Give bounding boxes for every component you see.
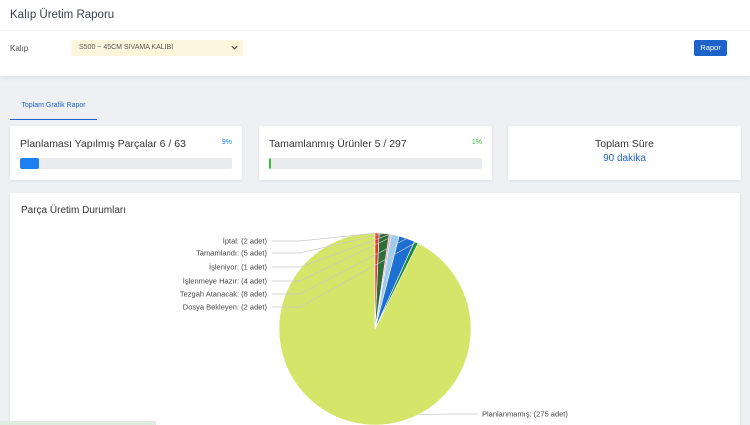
pie-label-1: Dosya Bekleyen: (2 adet) — [183, 303, 268, 312]
completed-products-card: Tamamlanmış Ürünler 5 / 297 1% — [259, 126, 492, 180]
mold-select-value: S500 ~ 45CM SIVAMA KALIBI — [79, 44, 174, 51]
report-button[interactable]: Rapor — [694, 40, 727, 56]
total-time-value: 90 dakika — [603, 153, 646, 164]
pie-label-5: Tamamlandı: (5 adet) — [196, 249, 267, 258]
pie-chart: İptal: (2 adet) Tamamlandı: (5 adet) İşlen… — [180, 232, 568, 425]
pie-label-3: İşlenmeye Hazır: (4 adet) — [183, 277, 268, 286]
page-title: Kalıp Üretim Raporu — [10, 9, 115, 21]
pie-label-6: İptal: (2 adet) — [223, 237, 268, 246]
report-header-card: Kalıp Üretim Raporu Kalıp S500 ~ 45CM SI… — [0, 0, 750, 77]
completed-products-title: Tamamlanmış Ürünler 5 / 297 — [269, 138, 407, 150]
completed-products-progress-fill — [269, 158, 272, 169]
planned-parts-title: Planlaması Yapılmış Parçalar 6 / 63 — [20, 138, 186, 150]
production-status-chart-card: Parça Üretim Durumları İptal: (2 adet) Ta… — [10, 193, 740, 425]
bottom-strip — [0, 421, 156, 425]
planned-parts-card: Planlaması Yapılmış Parçalar 6 / 63 9% — [10, 126, 242, 180]
total-time-title: Toplam Süre — [595, 138, 654, 150]
header-divider — [0, 30, 750, 31]
tab-total-chart-report[interactable]: Toplam Grafik Rapor — [10, 99, 97, 120]
pie-label-2: Tezgah Atanacak: (8 adet) — [180, 290, 268, 299]
planned-parts-percent: 9% — [221, 139, 232, 146]
planned-parts-progress-track — [20, 158, 232, 169]
chevron-down-icon — [231, 45, 238, 50]
pie-label-4: İşleniyor: (1 adet) — [209, 263, 267, 272]
mold-select[interactable]: S500 ~ 45CM SIVAMA KALIBI — [71, 40, 243, 56]
pie-leader-line-0 — [418, 413, 478, 415]
total-time-card: Toplam Süre 90 dakika — [508, 126, 741, 180]
completed-products-progress-track — [269, 158, 482, 169]
planned-parts-progress-fill — [20, 158, 40, 169]
mold-label: Kalıp — [10, 44, 29, 53]
pie-label-0: Planlanmamış: (275 adet) — [482, 410, 568, 419]
completed-products-percent: 1% — [471, 139, 482, 146]
